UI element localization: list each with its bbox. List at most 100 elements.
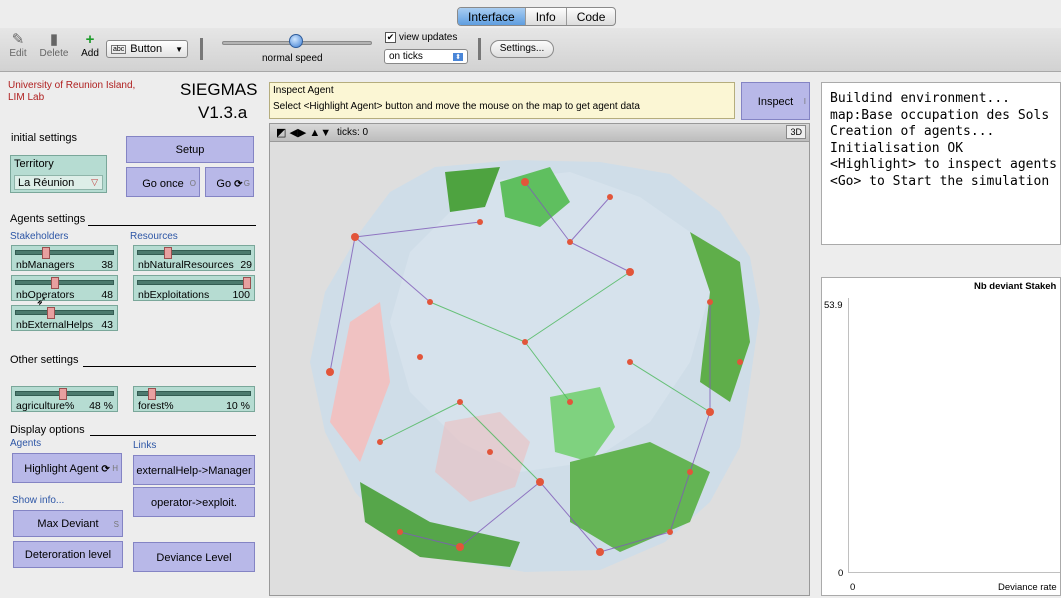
nbmanagers-slider[interactable]: nbManagers 38: [11, 245, 118, 271]
slider-knob[interactable]: [51, 277, 60, 289]
inspect-label: Inspect: [757, 96, 794, 108]
slider-knob[interactable]: [46, 307, 55, 319]
max-deviant-label: Max Deviant: [37, 518, 99, 530]
inspect-key: I: [803, 97, 806, 106]
mouse-cursor-icon: ➶: [36, 293, 47, 308]
update-mode-value: on ticks: [389, 51, 423, 62]
tab-code[interactable]: Code: [567, 8, 616, 25]
output-line: Creation of agents...: [830, 124, 995, 139]
output-line: <Go> to Start the simulation: [830, 173, 1050, 189]
plot-title: Nb deviant Stakeh: [974, 281, 1057, 292]
reunion-island-map[interactable]: [270, 142, 811, 597]
slider-track: [137, 280, 251, 285]
agents-label: Agents: [10, 438, 42, 449]
slider-track: [15, 280, 114, 285]
triangle-down-icon: ▽: [91, 177, 98, 187]
tab-interface[interactable]: Interface: [458, 8, 526, 25]
nbexternalhelps-slider[interactable]: nbExternalHelps 43: [11, 305, 118, 331]
slider-label: nbManagers: [16, 259, 75, 271]
output-line: Initialisation OK: [830, 140, 964, 156]
world-view[interactable]: ◩ ◀▶ ▲▼ ticks: 0 3D: [269, 123, 810, 596]
ticks-counter: ticks: 0: [337, 127, 369, 138]
forever-icon: ⟳: [234, 179, 243, 190]
delete-label: Delete: [39, 48, 69, 59]
view-tabs: Interface Info Code: [457, 7, 617, 26]
plot-area: [848, 298, 1060, 573]
edit-button[interactable]: ✎ Edit: [7, 32, 29, 60]
slider-label: agriculture%: [16, 400, 75, 412]
go-once-label: Go once: [142, 178, 184, 190]
inspect-button[interactable]: Inspect I: [741, 82, 810, 120]
resources-label: Resources: [130, 231, 178, 242]
other-settings-label: Other settings: [10, 354, 79, 366]
go-button[interactable]: Go ⟳ G: [205, 167, 254, 197]
slider-label: forest%: [138, 400, 174, 412]
speed-slider-knob[interactable]: [289, 34, 303, 48]
add-button[interactable]: + Add: [78, 32, 102, 60]
view-controls-icon[interactable]: ◩ ◀▶ ▲▼: [276, 126, 331, 139]
update-mode-select[interactable]: on ticks ⬍: [384, 49, 468, 64]
operator-exploit-link-button[interactable]: operator->exploit.: [133, 487, 255, 517]
plot-ymin: 0: [838, 568, 844, 579]
external-help-link-button[interactable]: externalHelp->Manager: [133, 455, 255, 485]
nbexploitations-slider[interactable]: nbExploitations 100: [133, 275, 255, 301]
territory-chooser[interactable]: Territory La Réunion ▽: [10, 155, 107, 193]
plot-xmin: 0: [850, 582, 856, 593]
slider-knob[interactable]: [163, 247, 172, 259]
territory-value-text: La Réunion: [18, 177, 75, 189]
output-line: map:Base occupation des Sols: [830, 107, 1050, 123]
setup-button[interactable]: Setup: [126, 136, 254, 163]
divider-line: [83, 366, 256, 367]
toolbar-divider: [478, 38, 481, 60]
tab-info[interactable]: Info: [526, 8, 567, 25]
territory-value[interactable]: La Réunion ▽: [14, 175, 103, 190]
deviance-level-button[interactable]: Deviance Level: [133, 542, 255, 572]
nbnaturalresources-slider[interactable]: nbNaturalResources 29: [133, 245, 255, 271]
slider-value: 48: [101, 289, 113, 301]
slider-label: nbExternalHelps: [16, 319, 94, 331]
agents-settings-label: Agents settings: [10, 213, 86, 225]
slider-value: 29: [240, 259, 252, 271]
widget-type-value: Button: [130, 43, 163, 55]
slider-track: [15, 310, 114, 315]
world-view-toolbar: ◩ ◀▶ ▲▼ ticks: 0 3D: [270, 124, 809, 142]
slider-knob[interactable]: [147, 388, 156, 400]
inspect-agent-monitor: Inspect Agent Select <Highlight Agent> b…: [269, 82, 735, 119]
go-key: G: [243, 179, 250, 188]
go-once-key: O: [189, 179, 196, 188]
slider-knob[interactable]: [243, 277, 251, 289]
max-deviant-key: S: [113, 520, 119, 529]
deteroration-level-button[interactable]: Deteroration level: [13, 541, 123, 568]
view-updates-checkbox[interactable]: ✔ view updates: [385, 32, 457, 43]
links-label: Links: [133, 440, 157, 451]
initial-settings-label: initial settings: [11, 132, 78, 144]
nboperators-slider[interactable]: nbOperators 48: [11, 275, 118, 301]
delete-button[interactable]: ▮ Delete: [38, 31, 70, 60]
edit-label: Edit: [9, 48, 27, 59]
speed-label: normal speed: [262, 53, 323, 64]
show-info-label: Show info...: [12, 495, 65, 506]
plot-ymax: 53.9: [824, 300, 843, 311]
divider-line: [90, 435, 256, 436]
trash-icon: ▮: [49, 31, 59, 48]
forest-slider[interactable]: forest% 10 %: [133, 386, 255, 412]
view-updates-label: view updates: [399, 32, 458, 43]
widget-type-select[interactable]: abc Button ▼: [106, 40, 188, 58]
inspect-title: Inspect Agent: [273, 85, 334, 96]
deviant-plot: Nb deviant Stakeh 53.9 0 0 Deviance rate: [821, 277, 1061, 596]
slider-label: nbExploitations: [138, 289, 210, 301]
slider-knob[interactable]: [58, 388, 67, 400]
highlight-agent-button[interactable]: Highlight Agent ⟳ H: [12, 453, 122, 483]
3d-button[interactable]: 3D: [786, 125, 806, 139]
max-deviant-button[interactable]: Max Deviant S: [13, 510, 123, 537]
stakeholders-label: Stakeholders: [10, 231, 69, 242]
toolbar: ✎ Edit ▮ Delete + Add abc Button ▼ norma…: [0, 28, 1061, 72]
settings-button[interactable]: Settings...: [490, 40, 554, 58]
org-label: University of Reunion Island, LIM Lab: [8, 80, 136, 103]
add-label: Add: [81, 48, 99, 59]
slider-knob[interactable]: [42, 247, 51, 259]
inspect-text: Select <Highlight Agent> button and move…: [273, 101, 640, 112]
slider-track: [137, 250, 251, 255]
go-once-button[interactable]: Go once O: [126, 167, 200, 197]
agriculture-slider[interactable]: agriculture% 48 %: [11, 386, 118, 412]
